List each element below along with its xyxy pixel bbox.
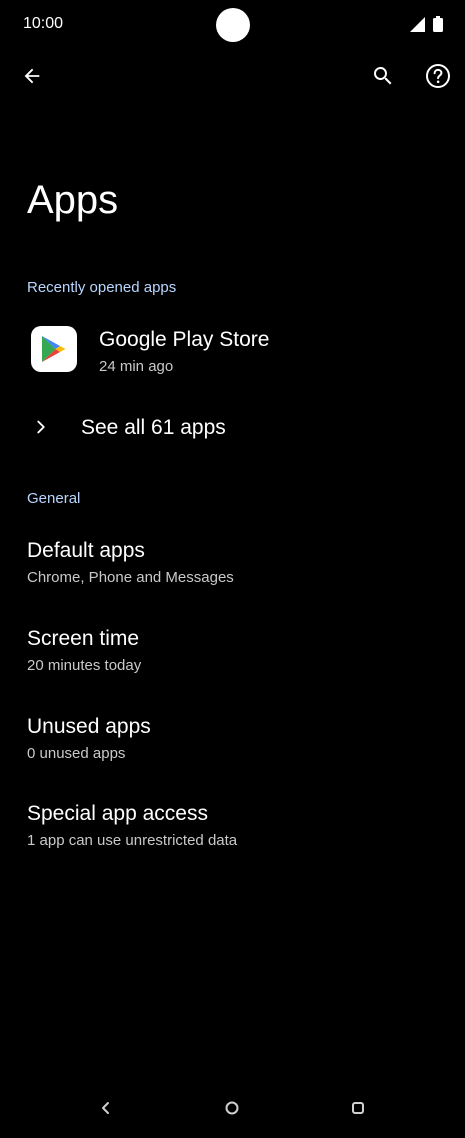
general-header: General (27, 490, 81, 507)
nav-recents-icon (351, 1101, 365, 1120)
setting-title: Default apps (27, 539, 145, 562)
app-last-opened: 24 min ago (99, 358, 174, 375)
help-button[interactable] (418, 58, 458, 98)
setting-subtitle: 1 app can use unrestricted data (27, 832, 238, 849)
app-bar (0, 55, 465, 103)
nav-recents-button[interactable] (346, 1098, 370, 1122)
status-icons (410, 16, 443, 37)
special-app-access-item[interactable]: Special app access 1 app can use unrestr… (0, 802, 465, 872)
unused-apps-item[interactable]: Unused apps 0 unused apps (0, 715, 465, 785)
chevron-right-icon (30, 416, 52, 443)
default-apps-item[interactable]: Default apps Chrome, Phone and Messages (0, 539, 465, 609)
status-bar: 10:00 (0, 0, 465, 50)
setting-title: Unused apps (27, 715, 151, 738)
setting-subtitle: Chrome, Phone and Messages (27, 569, 234, 586)
setting-subtitle: 0 unused apps (27, 745, 126, 762)
nav-back-icon (99, 1101, 113, 1120)
help-icon (425, 63, 451, 94)
see-all-apps-button[interactable]: See all 61 apps (0, 404, 465, 454)
navigation-bar (0, 1090, 465, 1130)
back-arrow-icon (21, 65, 43, 92)
setting-subtitle: 20 minutes today (27, 657, 142, 674)
nav-back-button[interactable] (94, 1098, 118, 1122)
nav-home-icon (224, 1100, 240, 1121)
settings-screen: 10:00 Apps Recently opened apps Google P… (0, 0, 465, 1138)
back-button[interactable] (12, 58, 52, 98)
signal-icon (410, 16, 425, 37)
recent-apps-header: Recently opened apps (27, 279, 177, 296)
nav-home-button[interactable] (220, 1098, 244, 1122)
recent-app-item[interactable]: Google Play Store 24 min ago (0, 316, 465, 384)
status-time: 10:00 (23, 15, 64, 32)
setting-title: Screen time (27, 627, 140, 650)
battery-icon (433, 16, 443, 37)
camera-cutout (216, 8, 250, 42)
app-name: Google Play Store (99, 328, 270, 351)
see-all-apps-label: See all 61 apps (81, 416, 226, 439)
search-icon (371, 64, 395, 93)
google-play-icon (31, 326, 77, 372)
search-button[interactable] (363, 58, 403, 98)
screen-time-item[interactable]: Screen time 20 minutes today (0, 627, 465, 697)
setting-title: Special app access (27, 802, 208, 825)
page-title: Apps (27, 178, 119, 222)
